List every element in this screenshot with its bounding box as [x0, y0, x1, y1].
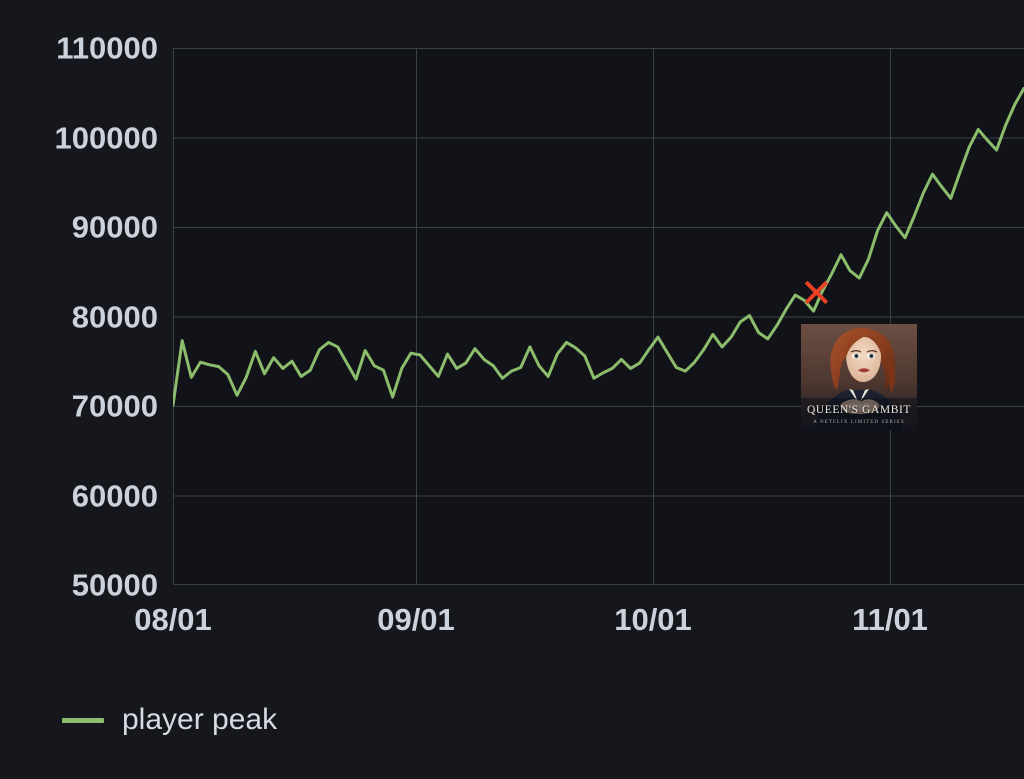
y-tick-label: 80000 [71, 299, 158, 334]
y-tick-label: 70000 [71, 388, 158, 424]
y-tick-label: 100000 [54, 120, 158, 155]
y-tick-label: 110000 [56, 30, 158, 66]
chart-legend: player peak [62, 705, 277, 735]
x-tick-label: 08/01 [134, 602, 212, 637]
y-tick-label: 50000 [71, 567, 158, 603]
y-tick-label: 60000 [71, 478, 158, 513]
x-tick-label: 10/01 [614, 602, 692, 637]
x-tick-label: 09/01 [377, 602, 455, 637]
legend-label-player-peak: player peak [122, 703, 278, 736]
grid-lines [173, 48, 1024, 585]
plot-svg [173, 48, 1024, 585]
poster-subtitle: A NETFLIX LIMITED SERIES [813, 420, 905, 425]
release-marker-icon: ✕ [799, 271, 834, 318]
poster-title: QUEEN'S GAMBIT [806, 403, 912, 416]
plot-area [173, 48, 1024, 585]
legend-swatch-player-peak [62, 717, 104, 723]
line-chart: 110000 100000 90000 80000 70000 60000 50000 08… [0, 0, 1024, 668]
x-tick-label: 11/01 [852, 602, 928, 637]
queens-gambit-poster: QUEEN'S GAMBIT A NETFLIX LIMITED SERIES [801, 324, 917, 430]
chart-screenshot: 110000 100000 90000 80000 70000 60000 50000 08… [0, 0, 1024, 779]
y-tick-label: 90000 [71, 209, 158, 245]
